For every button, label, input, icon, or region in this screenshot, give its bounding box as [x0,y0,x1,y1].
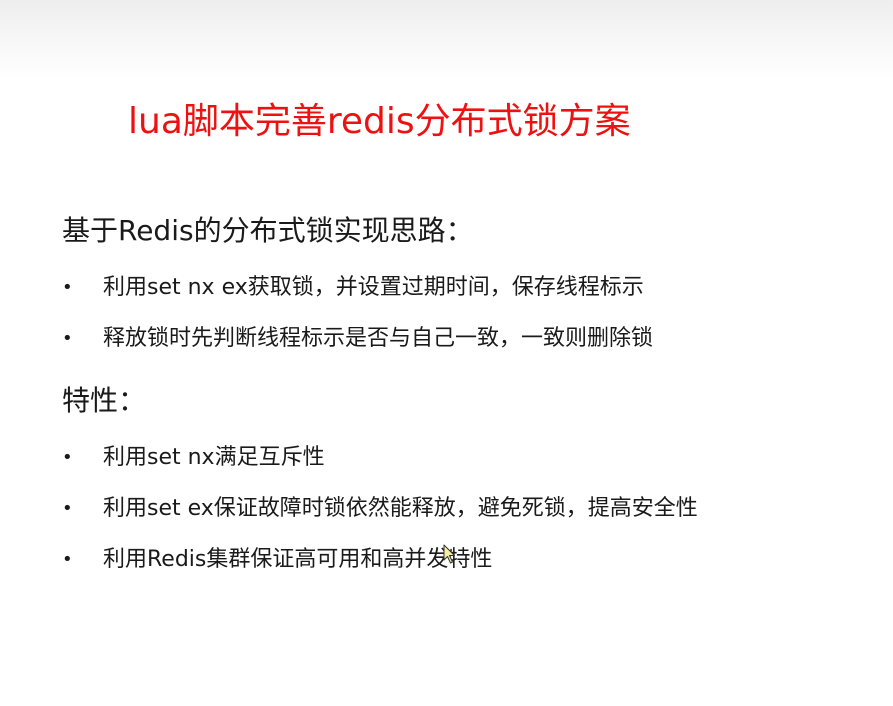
bullet-text: 释放锁时先判断线程标示是否与自己一致，一致则删除锁 [103,326,654,351]
section-heading-features: 特性： [62,384,147,417]
bullet-icon: • [62,447,73,468]
bullet-icon: • [62,277,73,298]
bullet-text: 利用set nx满足互斥性 [103,445,325,470]
bullet-text: 利用set nx ex获取锁，并设置过期时间，保存线程标示 [103,275,644,300]
bullet-text: 利用Redis集群保证高可用和高并发特性 [103,547,493,572]
slide-title: lua脚本完善redis分布式锁方案 [128,101,631,142]
presentation-slide: lua脚本完善redis分布式锁方案 基于Redis的分布式锁实现思路： • 利… [0,0,893,706]
bullet-text: 利用set ex保证故障时锁依然能释放，避免死锁，提高安全性 [103,496,698,521]
bullet-icon: • [62,549,73,570]
bullet-icon: • [62,498,73,519]
section-heading-approach: 基于Redis的分布式锁实现思路： [62,214,474,247]
bullet-icon: • [62,328,73,349]
mouse-pointer-arrow-icon [443,544,455,564]
